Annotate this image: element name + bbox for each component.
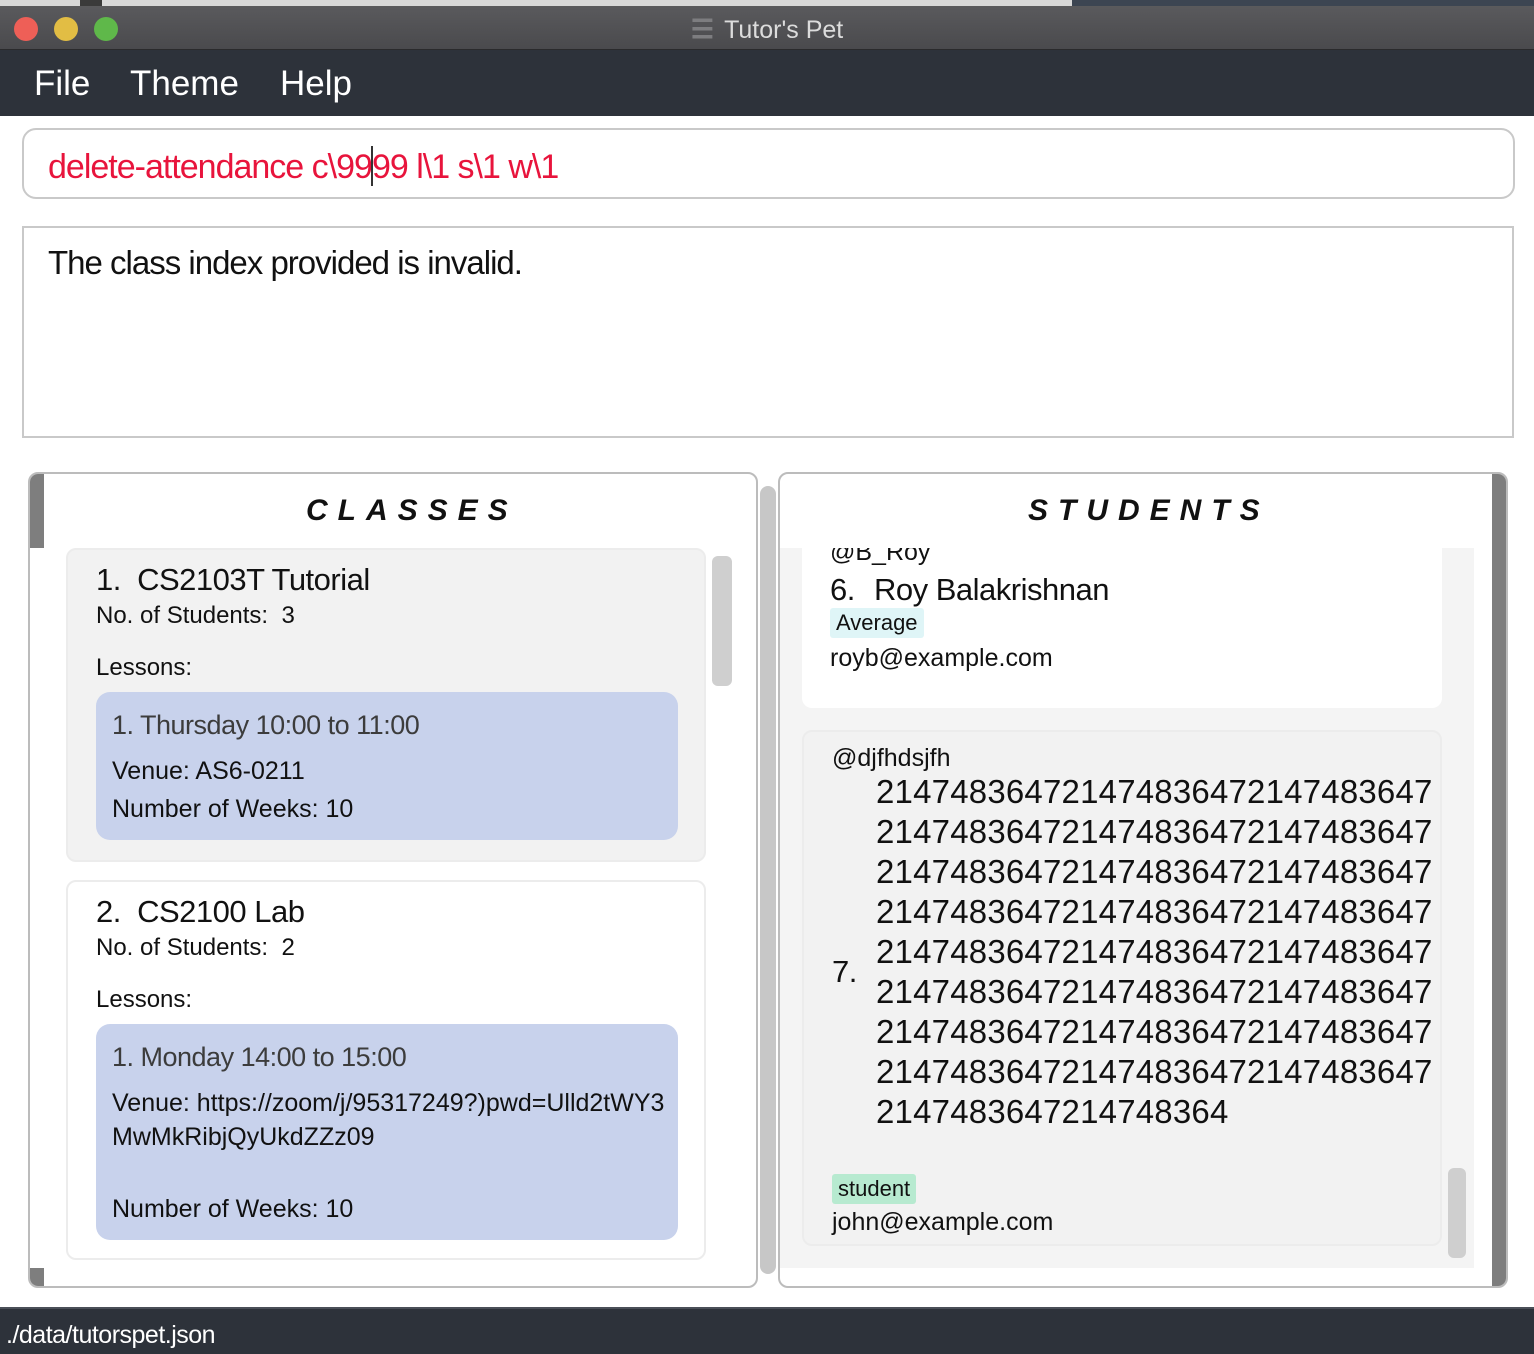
classes-panel-title: CLASSES — [306, 494, 518, 527]
menu-theme[interactable]: Theme — [130, 64, 239, 104]
student-handle: @B_Roy — [830, 548, 931, 566]
student-tag: Average — [830, 608, 924, 638]
classes-scrollbar-thumb[interactable] — [712, 556, 732, 686]
panel-edge — [1492, 474, 1506, 1286]
students-panel: STUDENTS @B_Roy 6. Roy Balakrishnan Aver… — [778, 472, 1508, 1288]
background-window-tab — [80, 0, 102, 6]
lessons-label: Lessons: — [96, 654, 193, 681]
window-title: ☰ Tutor's Pet — [0, 14, 1534, 45]
student-index: 7. — [832, 954, 857, 989]
lesson-title: 1. Monday 14:00 to 15:00 — [112, 1042, 407, 1072]
menu-file[interactable]: File — [34, 64, 90, 104]
background-window-strip — [0, 0, 1534, 6]
result-message: The class index provided is invalid. — [48, 244, 523, 281]
class-list[interactable]: 1. CS2103T Tutorial No. of Students: 3 L… — [30, 548, 738, 1268]
students-scrollbar-thumb[interactable] — [1448, 1168, 1466, 1258]
lesson-title: 1. Thursday 10:00 to 11:00 — [112, 710, 420, 740]
command-input[interactable]: delete-attendance c\9999 l\1 s\1 w\1 — [22, 128, 1515, 199]
student-name: Roy Balakrishnan — [874, 572, 1109, 607]
students-panel-title: STUDENTS — [1028, 494, 1270, 527]
class-title: 1. CS2103T Tutorial — [96, 562, 370, 597]
command-text-before-caret: delete-attendance c\99 — [48, 148, 373, 186]
class-card[interactable]: 1. CS2103T Tutorial No. of Students: 3 L… — [66, 548, 706, 862]
lessons-label: Lessons: — [96, 986, 193, 1013]
student-card[interactable]: @B_Roy 6. Roy Balakrishnan Average royb@… — [802, 548, 1442, 708]
lesson-venue: Venue: https://zoom/j/95317249?)pwd=Ulld… — [112, 1089, 665, 1151]
command-text-after-caret: 99 l\1 s\1 w\1 — [371, 148, 559, 186]
student-email: royb@example.com — [830, 644, 1053, 672]
student-index: 6. — [830, 572, 855, 607]
lesson-weeks: Number of Weeks: 10 — [112, 795, 354, 823]
class-student-count: No. of Students: 2 — [96, 934, 295, 961]
student-name: 2147483647214748364721474836472147483647… — [876, 773, 1433, 1130]
menu-help[interactable]: Help — [280, 64, 352, 104]
classes-panel: CLASSES 1. CS2103T Tutorial No. of Stude… — [28, 472, 758, 1288]
command-text: delete-attendance c\9999 l\1 s\1 w\1 — [48, 146, 559, 187]
student-card[interactable]: @djfhdsjfh 7. 21474836472147483647214748… — [802, 730, 1442, 1246]
menu-bar: File Theme Help — [0, 50, 1534, 116]
lesson-venue: Venue: AS6-0211 — [112, 757, 305, 785]
student-tag: student — [832, 1174, 917, 1204]
student-email: john@example.com — [832, 1208, 1054, 1236]
class-title: 2. CS2100 Lab — [96, 894, 305, 929]
status-bar: ./data/tutorspet.json — [0, 1307, 1534, 1354]
class-card[interactable]: 2. CS2100 Lab No. of Students: 2 Lessons… — [66, 880, 706, 1260]
split-pane-divider[interactable] — [760, 486, 776, 1274]
background-window-tab — [1072, 0, 1534, 6]
student-list[interactable]: @B_Roy 6. Roy Balakrishnan Average royb@… — [780, 548, 1474, 1268]
result-display[interactable]: The class index provided is invalid. — [22, 226, 1514, 438]
data-file-path: ./data/tutorspet.json — [6, 1321, 216, 1349]
window-title-text: Tutor's Pet — [724, 16, 844, 44]
lesson-card[interactable]: 1. Thursday 10:00 to 11:00 Venue: AS6-02… — [96, 692, 678, 840]
lesson-weeks: Number of Weeks: 10 — [112, 1195, 354, 1223]
student-handle: @djfhdsjfh — [832, 744, 951, 772]
tutors-pet-logo-icon: ☰ — [690, 14, 715, 44]
class-student-count: No. of Students: 3 — [96, 602, 295, 629]
lesson-card[interactable]: 1. Monday 14:00 to 15:00 Venue: https://… — [96, 1024, 678, 1240]
title-bar: ☰ Tutor's Pet — [0, 0, 1534, 50]
